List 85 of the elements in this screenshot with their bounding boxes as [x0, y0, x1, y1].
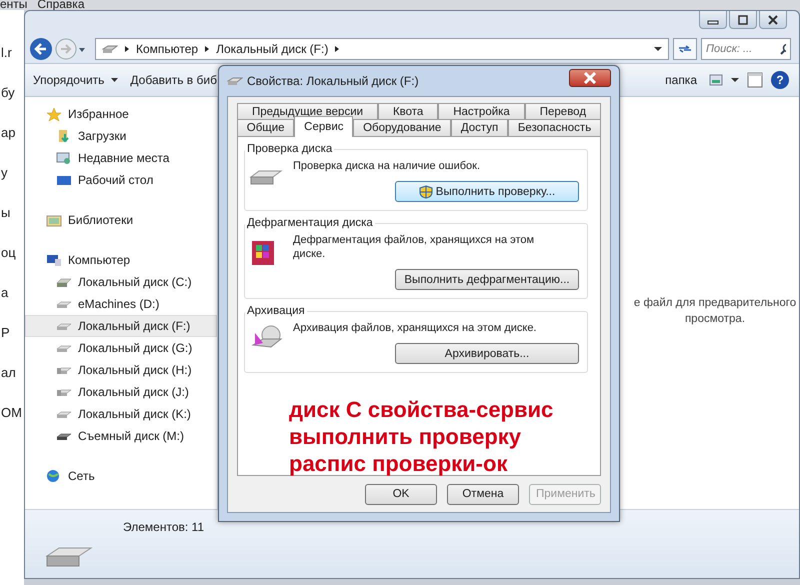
nav-item[interactable]: Локальный диск (F:) — [25, 315, 217, 337]
refresh-button[interactable] — [673, 38, 697, 60]
dialog-button[interactable]: Отмена — [447, 484, 519, 504]
item-count: Элементов: 11 — [123, 520, 204, 534]
tab[interactable]: Настройка — [438, 103, 525, 120]
network-icon — [46, 469, 62, 483]
nav-item[interactable]: Сеть — [25, 465, 217, 487]
menu-item[interactable]: енты — [0, 0, 28, 10]
search-input[interactable]: Поиск: ... — [702, 43, 780, 55]
toolbar-button[interactable]: Упорядочить — [29, 71, 122, 89]
nav-item[interactable]: Рабочий стол — [25, 169, 217, 191]
text-fragment: оц — [1, 246, 17, 260]
text-fragment: а — [1, 286, 10, 300]
dialog-button[interactable]: OK — [365, 484, 437, 504]
dropdown-caret-icon[interactable] — [654, 46, 662, 52]
computer-icon — [46, 253, 62, 267]
action-button[interactable]: Выполнить проверку... — [395, 181, 579, 202]
nav-item[interactable]: Локальный диск (C:) — [25, 271, 217, 293]
toolbar-button[interactable]: папка — [661, 71, 701, 89]
close-icon — [766, 14, 780, 24]
text-fragment: ар — [1, 126, 16, 140]
dialog-title: Свойства: Локальный диск (F:) — [247, 74, 420, 88]
tab[interactable]: Оборудование — [353, 119, 452, 136]
nav-item[interactable]: Недавние места — [25, 147, 217, 169]
group-title: Проверка диска — [246, 143, 334, 155]
nav-item[interactable]: Локальный диск (H:) — [25, 359, 217, 381]
action-button[interactable]: Выполнить дефрагментацию... — [395, 269, 579, 290]
refresh-icon — [678, 44, 692, 54]
nav-item[interactable]: Локальный диск (K:) — [25, 403, 217, 425]
close-icon — [583, 72, 597, 84]
toolbar-button[interactable]: Добавить в биб — [126, 71, 221, 89]
maximize-button[interactable] — [729, 11, 757, 29]
group-title: Дефрагментация диска — [246, 217, 374, 229]
close-button[interactable] — [759, 11, 787, 29]
caret-icon — [111, 78, 118, 82]
text-fragment: Р — [1, 326, 11, 340]
history-caret-icon[interactable] — [79, 48, 85, 52]
text-fragment: ы — [1, 206, 12, 220]
breadcrumb[interactable]: Локальный диск (F:) — [216, 42, 328, 56]
text-fragment: ОМ — [1, 406, 23, 420]
tab[interactable]: Сервис — [294, 116, 354, 137]
tab[interactable]: Общие — [237, 119, 294, 136]
chevron-icon — [333, 44, 342, 54]
preview-message: е файл для предварительного просмотра. — [633, 296, 797, 327]
address-field[interactable]: Компьютер Локальный диск (F:) — [95, 38, 669, 60]
drive-icon — [102, 44, 118, 54]
nav-item[interactable]: Избранное — [25, 103, 217, 125]
search-field[interactable]: Поиск: ... — [701, 38, 791, 60]
chevron-icon — [123, 44, 131, 54]
nav-item[interactable]: Загрузки — [25, 125, 217, 147]
search-icon — [780, 43, 786, 55]
description-text: Архивация файлов, хранящихся на этом диске. — [293, 321, 538, 335]
tab[interactable]: Квота — [378, 103, 438, 120]
nav-item[interactable]: Библиотеки — [25, 209, 217, 231]
nav-item[interactable]: eMachines (D:) — [25, 293, 217, 315]
minimize-button[interactable] — [699, 11, 727, 29]
star-icon — [46, 107, 62, 121]
tab[interactable]: Перевод — [524, 103, 601, 120]
nav-item[interactable]: Локальный диск (J:) — [25, 381, 217, 403]
nav-item[interactable]: Локальный диск (G:) — [25, 337, 217, 359]
nav-item[interactable]: Съемный диск (M:) — [25, 425, 217, 447]
text-fragment: у — [1, 166, 8, 180]
breadcrumb[interactable]: Компьютер — [136, 42, 198, 56]
maximize-icon — [736, 14, 750, 24]
text-fragment: ал — [1, 366, 17, 380]
nav-item[interactable]: Компьютер — [25, 249, 217, 271]
tab[interactable]: Доступ — [451, 119, 508, 136]
places-icon — [56, 151, 72, 165]
action-button[interactable]: Архивировать... — [395, 343, 579, 364]
description-text: Проверка диска на наличие ошибок. — [293, 159, 482, 173]
chevron-icon — [203, 44, 212, 54]
close-button[interactable] — [569, 69, 611, 87]
library-icon — [46, 213, 62, 227]
annotation-text: диск С свойства-сервис выполнить проверку распис проверки-ок — [289, 396, 554, 477]
shield-icon — [418, 184, 433, 198]
back-button[interactable] — [30, 38, 52, 60]
tab[interactable]: Безопасность — [508, 119, 601, 136]
text-fragment: бу — [1, 86, 16, 100]
desktop-icon — [56, 173, 72, 187]
text-fragment: l.r — [1, 46, 13, 60]
description-text: Дефрагментация файлов, хранящихся на этом диске. — [293, 233, 536, 261]
help-button[interactable]: ? — [771, 71, 789, 89]
caret-icon[interactable] — [731, 77, 739, 83]
group-title: Архивация — [246, 305, 306, 317]
drive-icon — [227, 76, 243, 86]
